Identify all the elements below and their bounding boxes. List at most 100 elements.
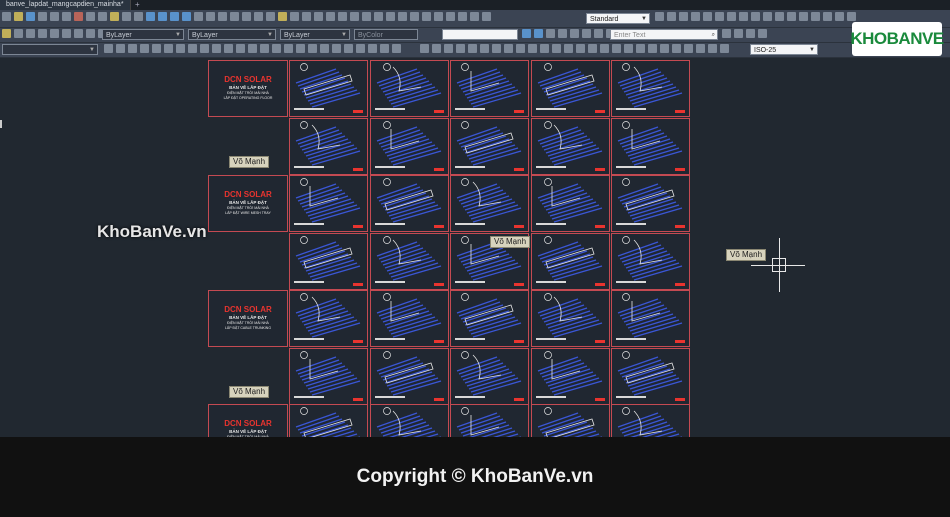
modify-icon-3[interactable] xyxy=(128,44,137,53)
modify-icon-12[interactable] xyxy=(236,44,245,53)
drawing-canvas[interactable]: DCN SOLAR BẢN VẼ LẮP ĐẶT ĐIỆN MẶT TRỜI MÁI… xyxy=(0,58,950,437)
markup-icon[interactable] xyxy=(242,12,251,21)
cut-icon[interactable] xyxy=(74,12,83,21)
justify-text-icon[interactable] xyxy=(758,29,767,38)
modify-icon-23[interactable] xyxy=(368,44,377,53)
dim-angular-icon[interactable] xyxy=(504,44,513,53)
help-icon[interactable] xyxy=(266,12,275,21)
ducs-icon[interactable] xyxy=(594,29,603,38)
text-icon[interactable] xyxy=(482,12,491,21)
find-icon[interactable] xyxy=(722,29,731,38)
copy-object-icon[interactable] xyxy=(302,12,311,21)
multileader-align-icon[interactable] xyxy=(672,44,681,53)
insert-block-icon[interactable] xyxy=(787,12,796,21)
match-properties-icon[interactable] xyxy=(110,12,119,21)
multileader-icon[interactable] xyxy=(660,44,669,53)
layer-properties-icon[interactable] xyxy=(2,29,11,38)
layer-unisolate-icon[interactable] xyxy=(50,29,59,38)
save-icon[interactable] xyxy=(26,12,35,21)
inspection-icon[interactable] xyxy=(600,44,609,53)
hatch-icon[interactable] xyxy=(823,12,832,21)
modify-icon-2[interactable] xyxy=(116,44,125,53)
dim-diameter-icon[interactable] xyxy=(492,44,501,53)
trim-icon[interactable] xyxy=(398,12,407,21)
modify-icon-18[interactable] xyxy=(308,44,317,53)
circle-icon[interactable] xyxy=(727,12,736,21)
dim-update-icon[interactable] xyxy=(648,44,657,53)
layer-freeze-icon[interactable] xyxy=(74,29,83,38)
stretch-icon[interactable] xyxy=(386,12,395,21)
dim-style-dropdown[interactable]: ISO-25 ▼ xyxy=(750,44,818,55)
modify-icon-14[interactable] xyxy=(260,44,269,53)
modify-icon-16[interactable] xyxy=(284,44,293,53)
field-icon[interactable] xyxy=(720,44,729,53)
preview-icon[interactable] xyxy=(62,12,71,21)
ortho-icon[interactable] xyxy=(546,29,555,38)
modify-icon-22[interactable] xyxy=(356,44,365,53)
region-icon[interactable] xyxy=(847,12,856,21)
make-block-icon[interactable] xyxy=(799,12,808,21)
zoom-window-icon[interactable] xyxy=(170,12,179,21)
modify-icon-4[interactable] xyxy=(140,44,149,53)
mirror-icon[interactable] xyxy=(314,12,323,21)
modify-icon-24[interactable] xyxy=(380,44,389,53)
spline-icon[interactable] xyxy=(751,12,760,21)
search-input[interactable]: Enter Text ⌕ xyxy=(610,29,718,40)
modify-icon-5[interactable] xyxy=(152,44,161,53)
rectangle-icon[interactable] xyxy=(703,12,712,21)
ellipse-icon[interactable] xyxy=(763,12,772,21)
modify-icon-9[interactable] xyxy=(200,44,209,53)
layer-off-icon[interactable] xyxy=(62,29,71,38)
layer-isolate-icon[interactable] xyxy=(38,29,47,38)
osnap-icon[interactable] xyxy=(570,29,579,38)
file-tab[interactable]: banve_lapdat_mangcapdien_mainha* xyxy=(0,0,131,10)
open-file-icon[interactable] xyxy=(14,12,23,21)
layer-state-dropdown[interactable]: ▼ xyxy=(2,44,98,55)
paste-icon[interactable] xyxy=(98,12,107,21)
redo-icon[interactable] xyxy=(134,12,143,21)
modify-icon-1[interactable] xyxy=(104,44,113,53)
tolerance-icon[interactable] xyxy=(576,44,585,53)
lineweight-dropdown[interactable]: ByLayer ▼ xyxy=(280,29,350,40)
pan-icon[interactable] xyxy=(146,12,155,21)
modify-icon-17[interactable] xyxy=(296,44,305,53)
new-tab-button[interactable]: + xyxy=(135,0,140,10)
dim-ordinate-icon[interactable] xyxy=(456,44,465,53)
text-style-dropdown[interactable]: Standard ▼ xyxy=(586,13,650,24)
undo-icon[interactable] xyxy=(122,12,131,21)
dim-break-icon[interactable] xyxy=(564,44,573,53)
dim-arc-icon[interactable] xyxy=(444,44,453,53)
dim-baseline-icon[interactable] xyxy=(528,44,537,53)
rotate-icon[interactable] xyxy=(362,12,371,21)
text-scale-icon[interactable] xyxy=(746,29,755,38)
modify-icon-25[interactable] xyxy=(392,44,401,53)
break-icon[interactable] xyxy=(422,12,431,21)
modify-icon-13[interactable] xyxy=(248,44,257,53)
snap-icon[interactable] xyxy=(534,29,543,38)
jogged-linear-icon[interactable] xyxy=(612,44,621,53)
sheet-set-icon[interactable] xyxy=(230,12,239,21)
dim-radius-icon[interactable] xyxy=(468,44,477,53)
modify-icon-20[interactable] xyxy=(332,44,341,53)
new-file-icon[interactable] xyxy=(2,12,11,21)
dim-text-edit-icon[interactable] xyxy=(636,44,645,53)
center-mark-icon[interactable] xyxy=(588,44,597,53)
quick-dim-icon[interactable] xyxy=(516,44,525,53)
mtext-icon[interactable] xyxy=(708,44,717,53)
layer-previous-icon[interactable] xyxy=(26,29,35,38)
point-icon[interactable] xyxy=(811,12,820,21)
design-center-icon[interactable] xyxy=(206,12,215,21)
arc-icon[interactable] xyxy=(715,12,724,21)
dim-space-icon[interactable] xyxy=(552,44,561,53)
modify-icon-6[interactable] xyxy=(164,44,173,53)
plot-style-dropdown[interactable]: ByColor xyxy=(354,29,418,40)
array-icon[interactable] xyxy=(338,12,347,21)
calculator-icon[interactable] xyxy=(254,12,263,21)
dim-edit-icon[interactable] xyxy=(624,44,633,53)
extend-icon[interactable] xyxy=(410,12,419,21)
modify-icon-21[interactable] xyxy=(344,44,353,53)
explode-icon[interactable] xyxy=(470,12,479,21)
polar-icon[interactable] xyxy=(558,29,567,38)
fillet-icon[interactable] xyxy=(458,12,467,21)
polyline-icon[interactable] xyxy=(679,12,688,21)
